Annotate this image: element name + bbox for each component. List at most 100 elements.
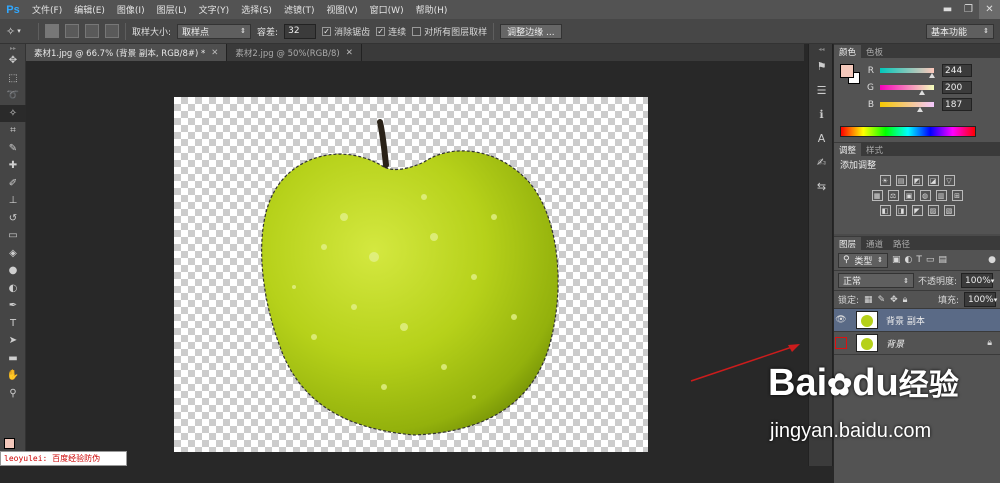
filter-adjustment-icon[interactable]: ◐	[905, 255, 913, 265]
clone-source-panel-icon[interactable]: ⇆	[809, 174, 834, 198]
blur-tool-icon[interactable]: ●	[0, 262, 26, 280]
zoom-tool-icon[interactable]: ⚲	[0, 385, 26, 403]
history-panel-icon[interactable]: ⚑	[809, 54, 834, 78]
adjustment-row1-1-icon[interactable]: ▤	[895, 175, 907, 186]
tab-color[interactable]: 颜色	[834, 45, 862, 58]
filter-type-icon[interactable]: T	[916, 255, 922, 265]
adjustment-row1-3-icon[interactable]: ◪	[927, 175, 939, 186]
collapse-icon[interactable]: ▸▸	[0, 44, 26, 52]
menu-item-8[interactable]: 窗口(W)	[364, 3, 410, 16]
foreground-color-swatch[interactable]	[4, 438, 15, 449]
adjustment-row2-5-icon[interactable]: ⊞	[951, 190, 963, 201]
menu-item-1[interactable]: 编辑(E)	[68, 3, 111, 16]
intersect-selection-icon[interactable]	[105, 24, 119, 38]
sample-all-layers-checkbox[interactable]: 对所有图层取样	[412, 25, 487, 38]
close-button[interactable]: ✕	[979, 0, 1000, 19]
magic-wand-tool-icon[interactable]: ✧	[0, 104, 26, 122]
menu-item-9[interactable]: 帮助(H)	[410, 3, 454, 16]
menu-item-6[interactable]: 滤镜(T)	[278, 3, 321, 16]
workspace-select[interactable]: 基本功能 ⇕	[926, 23, 994, 39]
adjustment-row1-4-icon[interactable]: ▽	[943, 175, 955, 186]
refine-edge-button[interactable]: 调整边缘 ...	[500, 23, 562, 39]
visibility-toggle-empty[interactable]	[834, 332, 848, 355]
adjustment-row2-4-icon[interactable]: ▥	[935, 190, 947, 201]
adjustment-row2-2-icon[interactable]: ▣	[903, 190, 915, 201]
adjustment-row2-3-icon[interactable]: ◍	[919, 190, 931, 201]
document-canvas[interactable]	[174, 97, 648, 452]
blend-mode-select[interactable]: 正常 ⇕	[838, 273, 914, 288]
menu-item-7[interactable]: 视图(V)	[320, 3, 363, 16]
menu-item-4[interactable]: 文字(Y)	[193, 3, 236, 16]
lock-all-icon[interactable]: 🔒︎	[903, 295, 908, 305]
adjustment-row2-1-icon[interactable]: ⚖	[887, 190, 899, 201]
slider-value-input[interactable]: 187	[942, 98, 972, 111]
sample-size-select[interactable]: 取样点 ⇕	[177, 23, 252, 39]
tab-document-2[interactable]: 素材2.jpg @ 50%(RGB/8) ✕	[227, 44, 362, 61]
hand-tool-icon[interactable]: ✋	[0, 367, 26, 385]
tab-adjustments[interactable]: 调整	[834, 143, 862, 156]
opacity-input[interactable]: 100% ▾	[961, 273, 994, 288]
tab-document-1[interactable]: 素材1.jpg @ 66.7% (背景 副本, RGB/8#) * ✕	[26, 44, 228, 61]
slider-thumb-icon[interactable]	[928, 73, 935, 78]
paint-bucket-tool-icon[interactable]: ◈	[0, 245, 26, 263]
tab-paths[interactable]: 路径	[888, 237, 915, 250]
layer-filter-select[interactable]: ⚲ 类型 ⇕	[838, 252, 888, 268]
filter-toggle-icon[interactable]: ●	[988, 255, 996, 265]
properties-panel-icon[interactable]: ☰	[809, 78, 834, 102]
slider-thumb-icon[interactable]	[919, 90, 926, 95]
slider-value-input[interactable]: 200	[942, 81, 972, 94]
magic-wand-preset-icon[interactable]: ✧ ▾	[6, 25, 32, 38]
lock-transparent-icon[interactable]: ▦	[864, 295, 873, 305]
adjustment-row1-2-icon[interactable]: ◩	[911, 175, 923, 186]
tab-swatches[interactable]: 色板	[861, 45, 888, 58]
adjustment-row3-0-icon[interactable]: ◧	[879, 205, 891, 216]
adjustment-row3-1-icon[interactable]: ◨	[895, 205, 907, 216]
tab-channels[interactable]: 通道	[861, 237, 888, 250]
move-tool-icon[interactable]: ✥	[0, 52, 26, 70]
tab-layers[interactable]: 图层	[834, 237, 862, 250]
slider-thumb-icon[interactable]	[916, 107, 923, 112]
eraser-tool-icon[interactable]: ▭	[0, 227, 26, 245]
marquee-tool-icon[interactable]: ⬚	[0, 70, 26, 88]
crop-tool-icon[interactable]: ⌗	[0, 122, 26, 140]
lock-move-icon[interactable]: ✥	[890, 295, 898, 305]
contiguous-checkbox[interactable]: ✓ 连续	[376, 25, 406, 38]
menu-item-5[interactable]: 选择(S)	[235, 3, 278, 16]
adjustment-row2-0-icon[interactable]: ▦	[871, 190, 883, 201]
pen-tool-icon[interactable]: ✒	[0, 297, 26, 315]
type-tool-icon[interactable]: T	[0, 315, 26, 333]
clone-stamp-tool-icon[interactable]: ⊥	[0, 192, 26, 210]
healing-brush-tool-icon[interactable]: ✚	[0, 157, 26, 175]
minimize-button[interactable]: ▬	[937, 0, 958, 19]
menu-item-0[interactable]: 文件(F)	[26, 3, 68, 16]
adjustment-row3-2-icon[interactable]: ◤	[911, 205, 923, 216]
brush-tool-icon[interactable]: ✐	[0, 175, 26, 193]
slider-value-input[interactable]: 244	[942, 64, 972, 77]
adjustment-row3-4-icon[interactable]: ▧	[943, 205, 955, 216]
dodge-tool-icon[interactable]: ◐	[0, 280, 26, 298]
adjustment-row1-0-icon[interactable]: ☀	[879, 175, 891, 186]
menu-item-3[interactable]: 图层(L)	[151, 3, 193, 16]
filter-pixel-icon[interactable]: ▣	[892, 255, 901, 265]
character-panel-icon[interactable]: A	[809, 126, 834, 150]
brush-panel-icon[interactable]: ✍	[809, 150, 834, 174]
visibility-eye-icon[interactable]: 👁︎	[834, 309, 848, 332]
anti-alias-checkbox[interactable]: ✓ 消除锯齿	[322, 25, 370, 38]
color-slider-r[interactable]	[880, 68, 935, 78]
menu-item-2[interactable]: 图像(I)	[111, 3, 151, 16]
adjustment-row3-3-icon[interactable]: ▨	[927, 205, 939, 216]
path-selection-tool-icon[interactable]: ➤	[0, 332, 26, 350]
color-spectrum-bar[interactable]	[840, 126, 976, 137]
add-to-selection-icon[interactable]	[65, 24, 79, 38]
foreground-color-chip[interactable]	[840, 64, 854, 78]
expand-icon[interactable]: ◂◂	[809, 44, 834, 54]
lasso-tool-icon[interactable]: ➰	[0, 87, 26, 105]
layer-row-background-copy[interactable]: 👁︎ 背景 副本	[834, 309, 1000, 332]
restore-button[interactable]: ❐	[958, 0, 979, 19]
info-panel-icon[interactable]: ℹ	[809, 102, 834, 126]
filter-shape-icon[interactable]: ▭	[926, 255, 935, 265]
layer-row-background[interactable]: 背景 🔒︎	[834, 332, 1000, 355]
color-slider-b[interactable]	[880, 102, 934, 112]
history-brush-tool-icon[interactable]: ↺	[0, 210, 26, 228]
close-icon[interactable]: ✕	[211, 48, 218, 58]
